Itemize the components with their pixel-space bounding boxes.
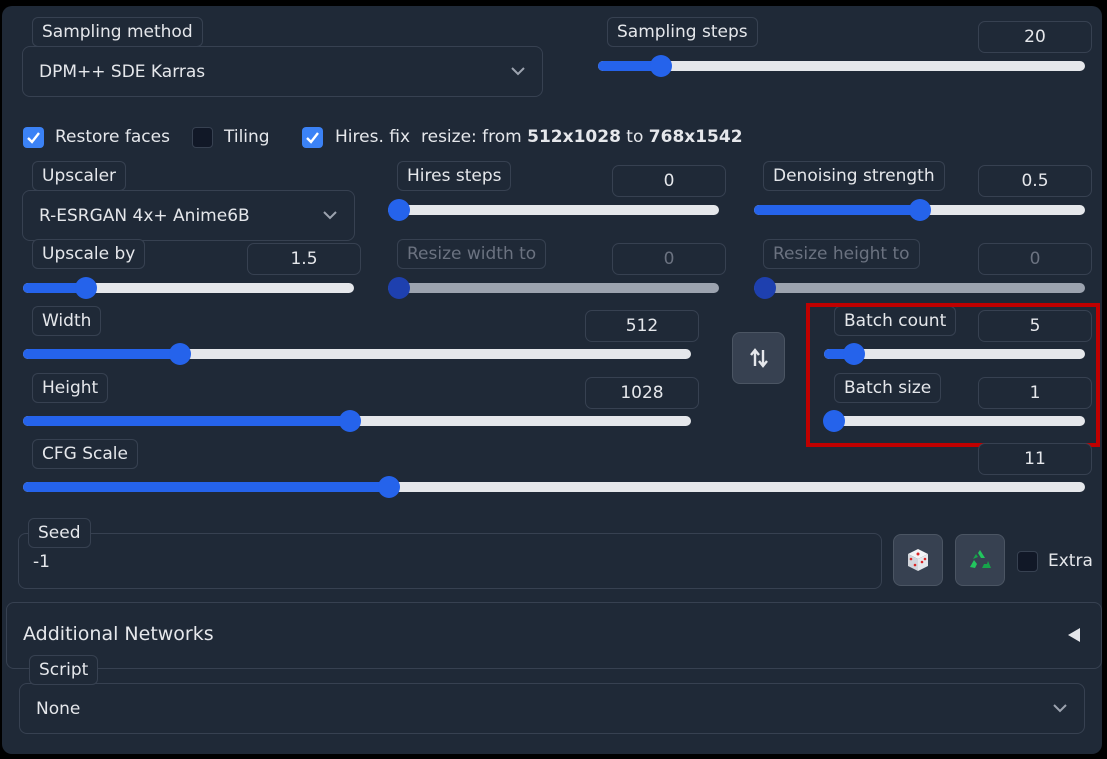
additional-networks-accordion[interactable]: Additional Networks: [6, 602, 1102, 669]
width-input[interactable]: 512: [585, 310, 699, 342]
restore-faces-label: Restore faces: [55, 127, 170, 147]
sampling-method-dropdown[interactable]: DPM++ SDE Karras: [22, 46, 543, 97]
hires-fix-checkbox[interactable]: [302, 127, 323, 148]
sampling-steps-thumb[interactable]: [650, 55, 673, 77]
chevron-down-icon: [511, 66, 525, 75]
tiling-label: Tiling: [224, 127, 270, 147]
sampling-method-value: DPM++ SDE Karras: [39, 61, 206, 82]
swap-dimensions-button[interactable]: [732, 332, 785, 384]
upscaler-dropdown[interactable]: R-ESRGAN 4x+ Anime6B: [22, 190, 355, 241]
sampling-method-label: Sampling method: [32, 17, 203, 47]
hires-steps-thumb[interactable]: [388, 199, 410, 221]
check-icon: [306, 132, 319, 144]
resize-height-label: Resize height to: [763, 239, 920, 269]
upscaler-label: Upscaler: [32, 161, 127, 191]
upscale-by-input[interactable]: 1.5: [247, 243, 361, 275]
caret-left-icon: [1068, 628, 1080, 642]
extra-seed-checkbox[interactable]: [1017, 551, 1038, 572]
height-thumb[interactable]: [339, 410, 362, 432]
height-input[interactable]: 1028: [585, 377, 699, 409]
script-dropdown[interactable]: None: [19, 683, 1085, 734]
resize-width-input[interactable]: 0: [612, 243, 726, 275]
resize-width-slider[interactable]: [388, 283, 719, 293]
seed-label: Seed: [28, 518, 91, 548]
script-label: Script: [29, 655, 99, 685]
width-thumb[interactable]: [168, 343, 191, 365]
resize-info: resize: from 512x1028 to 768x1542: [421, 127, 743, 147]
script-value: None: [36, 698, 81, 719]
upscale-by-slider[interactable]: [23, 283, 354, 293]
sampling-steps-input[interactable]: 20: [978, 21, 1092, 53]
hires-steps-slider[interactable]: [388, 205, 719, 215]
upscale-by-thumb[interactable]: [74, 277, 97, 299]
chevron-down-icon: [323, 210, 337, 219]
reuse-seed-button[interactable]: [955, 534, 1005, 586]
extra-seed-label: Extra: [1048, 551, 1093, 571]
seed-input[interactable]: -1: [18, 533, 882, 589]
hires-steps-input[interactable]: 0: [612, 165, 726, 197]
batch-highlight-box: [806, 303, 1100, 447]
additional-networks-title: Additional Networks: [23, 623, 214, 645]
random-seed-button[interactable]: [893, 534, 943, 586]
recycle-icon: [970, 550, 991, 568]
height-label: Height: [32, 373, 109, 403]
sampling-steps-label: Sampling steps: [607, 17, 758, 47]
dice-icon: [908, 549, 928, 571]
check-icon: [27, 132, 40, 144]
cfg-scale-thumb[interactable]: [378, 476, 401, 498]
hires-steps-label: Hires steps: [397, 161, 512, 191]
denoising-strength-label: Denoising strength: [763, 161, 945, 191]
tiling-checkbox[interactable]: [192, 127, 213, 148]
cfg-scale-label: CFG Scale: [32, 439, 138, 469]
width-label: Width: [32, 306, 102, 336]
denoising-strength-thumb[interactable]: [908, 199, 931, 221]
upscale-by-label: Upscale by: [32, 239, 146, 269]
upscaler-value: R-ESRGAN 4x+ Anime6B: [39, 205, 250, 226]
denoising-strength-input[interactable]: 0.5: [978, 165, 1092, 197]
cfg-scale-slider[interactable]: [23, 482, 1085, 492]
resize-height-thumb[interactable]: [754, 277, 776, 299]
swap-arrows-icon: [749, 348, 768, 368]
resize-height-slider[interactable]: [754, 283, 1085, 293]
restore-faces-checkbox[interactable]: [23, 127, 44, 148]
hires-fix-label: Hires. fix: [335, 127, 411, 147]
resize-width-thumb[interactable]: [388, 277, 410, 299]
seed-value: -1: [33, 552, 50, 572]
txt2img-settings-panel: DPM++ SDE Karras Sampling method Samplin…: [2, 6, 1102, 754]
width-slider[interactable]: [23, 349, 691, 359]
chevron-down-icon: [1053, 703, 1067, 712]
resize-height-input[interactable]: 0: [978, 243, 1092, 275]
resize-width-label: Resize width to: [397, 239, 547, 269]
cfg-scale-input[interactable]: 11: [978, 443, 1092, 475]
